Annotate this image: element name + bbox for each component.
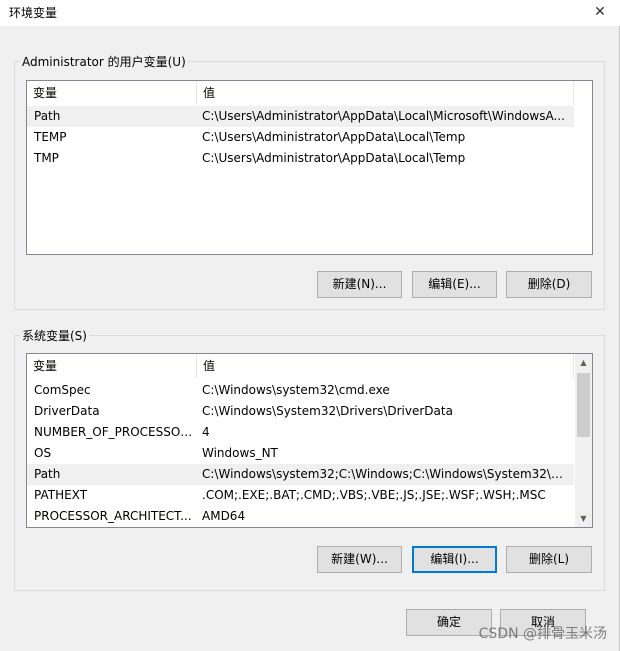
variable-name: Path [34,109,61,123]
table-row[interactable]: Path C:\Windows\system32;C:\Windows;C:\W… [27,464,574,485]
table-row[interactable]: Path C:\Users\Administrator\AppData\Loca… [27,106,574,127]
user-new-button[interactable]: 新建(N)... [317,271,402,298]
system-variables-scrollbar[interactable]: ▲ ▼ [575,354,592,527]
table-row[interactable]: DriverData C:\Windows\System32\Drivers\D… [27,401,574,422]
close-icon[interactable]: ✕ [590,2,610,22]
column-header-variable[interactable]: 变量 [27,354,197,378]
variable-value: C:\Users\Administrator\AppData\Local\Tem… [202,130,466,144]
user-variables-list[interactable]: 变量 值 Path C:\Users\Administrator\AppData… [26,80,593,255]
system-delete-button[interactable]: 删除(L) [506,546,592,573]
variable-name: Path [34,467,61,481]
variable-value: AMD64 [202,509,246,523]
column-header-variable[interactable]: 变量 [27,81,197,105]
system-new-button[interactable]: 新建(W)... [317,546,402,573]
table-row[interactable]: PATHEXT .COM;.EXE;.BAT;.CMD;.VBS;.VBE;.J… [27,485,574,506]
scroll-down-icon[interactable]: ▼ [575,510,592,527]
user-variables-label: Administrator 的用户变量(U) [20,53,188,70]
variable-name: OS [34,446,52,460]
variable-name: PATHEXT [34,488,88,502]
variable-name: DriverData [34,404,100,418]
table-row[interactable]: OS Windows_NT [27,443,574,464]
table-row[interactable]: TMP C:\Users\Administrator\AppData\Local… [27,148,574,169]
window-title: 环境变量 [9,6,58,20]
variable-name: TMP [34,151,59,165]
table-row[interactable]: NUMBER_OF_PROCESSORS 4 [27,422,574,443]
variable-name: ComSpec [34,383,91,397]
title-bar[interactable]: 环境变量 ✕ [0,0,620,26]
variable-name: PROCESSOR_ARCHITECT... [34,509,192,523]
variable-name: NUMBER_OF_PROCESSORS [34,425,195,439]
environment-variables-dialog: 环境变量 ✕ Administrator 的用户变量(U) 变量 值 Path … [0,0,620,651]
table-row[interactable]: ComSpec C:\Windows\system32\cmd.exe [27,380,574,401]
scroll-up-icon[interactable]: ▲ [575,354,592,371]
variable-value: 4 [202,425,210,439]
scrollbar-thumb[interactable] [577,373,590,437]
variable-value: C:\Windows\system32\cmd.exe [202,383,390,397]
variable-name: TEMP [34,130,67,144]
variable-value: C:\Windows\System32\Drivers\DriverData [202,404,453,418]
table-row[interactable]: PROCESSOR_ARCHITECT... AMD64 [27,506,574,527]
system-variables-label: 系统变量(S) [20,327,89,344]
variable-value: C:\Windows\system32;C:\Windows;C:\Window… [202,467,574,481]
system-variables-list[interactable]: 变量 值 ComSpec C:\Windows\system32\cmd.exe… [26,353,593,528]
column-header-value[interactable]: 值 [197,81,574,105]
user-edit-button[interactable]: 编辑(E)... [412,271,497,298]
variable-value: .COM;.EXE;.BAT;.CMD;.VBS;.VBE;.JS;.JSE;.… [202,488,546,502]
variable-value: C:\Users\Administrator\AppData\Local\Mic… [202,109,565,123]
variable-value: C:\Users\Administrator\AppData\Local\Tem… [202,151,466,165]
variable-value: Windows_NT [202,446,278,460]
system-variables-header: 变量 值 [27,354,592,378]
column-header-value[interactable]: 值 [197,354,574,378]
system-edit-button[interactable]: 编辑(I)... [412,546,497,573]
table-row[interactable]: TEMP C:\Users\Administrator\AppData\Loca… [27,127,574,148]
watermark-text: CSDN @排骨玉米汤 [478,626,607,642]
user-variables-header: 变量 值 [27,81,592,105]
user-delete-button[interactable]: 删除(D) [506,271,592,298]
